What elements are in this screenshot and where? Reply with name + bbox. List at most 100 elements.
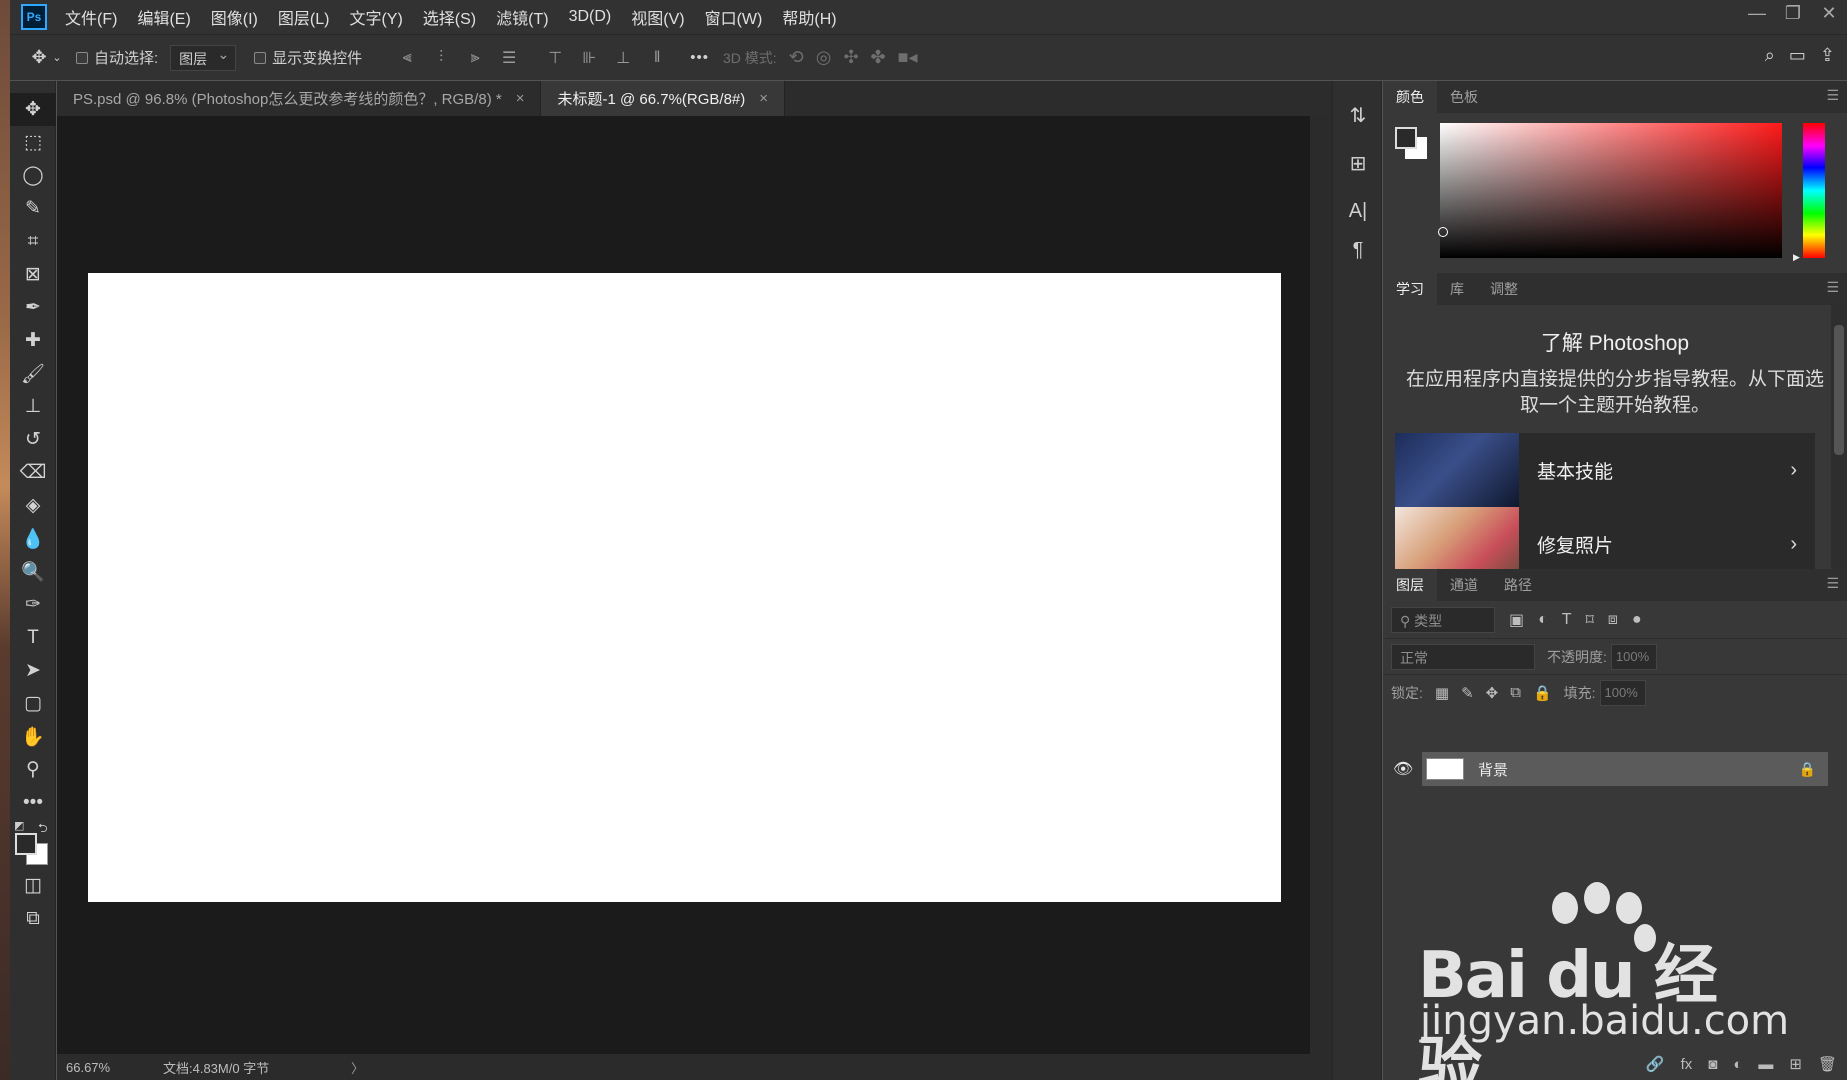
fill-field[interactable]: 100%: [1599, 679, 1646, 706]
eraser-tool-icon[interactable]: ⌫: [10, 456, 56, 489]
layer-kind-filter[interactable]: ⚲ 类型: [1391, 606, 1495, 633]
workspace-icon[interactable]: ▭: [1789, 45, 1806, 66]
delete-layer-icon[interactable]: 🗑: [1818, 1055, 1837, 1073]
foreground-color-swatch[interactable]: [15, 833, 37, 855]
share-icon[interactable]: ⇪: [1820, 45, 1835, 66]
quick-select-tool-icon[interactable]: ✎: [10, 192, 56, 225]
lock-artboard-icon[interactable]: ⧉: [1510, 684, 1521, 701]
history-panel-icon[interactable]: ⇅: [1333, 91, 1383, 139]
brush-tool-icon[interactable]: 🖌: [10, 357, 56, 390]
lock-transparent-pixels-icon[interactable]: ▦: [1435, 684, 1449, 702]
align-right-icon[interactable]: ⫸: [462, 45, 488, 71]
menu-window[interactable]: 窗口(W): [705, 5, 763, 29]
align-vcenter-icon[interactable]: ⊪: [576, 45, 602, 71]
character-panel-icon[interactable]: A|: [1333, 187, 1383, 235]
canvas-scrollbar[interactable]: [1310, 116, 1332, 1054]
screen-mode-icon[interactable]: ⧉: [10, 902, 56, 935]
menu-edit[interactable]: 编辑(E): [137, 5, 190, 29]
default-colors-icon[interactable]: ◩: [14, 819, 24, 832]
3d-video-icon[interactable]: ■◂: [898, 47, 918, 68]
restore-button[interactable]: ❐: [1775, 0, 1811, 26]
pen-tool-icon[interactable]: ✑: [10, 588, 56, 621]
document-tab-ps-psd[interactable]: PS.psd @ 96.8% (Photoshop怎么更改参考线的颜色？, RG…: [57, 81, 542, 116]
show-transform-checkbox[interactable]: [254, 51, 267, 64]
marquee-tool-icon[interactable]: ⬚: [10, 126, 56, 159]
menu-help[interactable]: 帮助(H): [782, 5, 836, 29]
shape-layer-filter-icon[interactable]: ⌑: [1586, 610, 1594, 630]
tab-libraries[interactable]: 库: [1437, 273, 1477, 305]
learn-card-basic-skills[interactable]: 基本技能 ›: [1395, 433, 1815, 507]
tab-adjustments[interactable]: 调整: [1477, 273, 1531, 305]
distribute-vertical-icon[interactable]: ☰: [496, 45, 522, 71]
menu-type[interactable]: 文字(Y): [349, 5, 402, 29]
document-tab-untitled[interactable]: 未标题-1 @ 66.7%(RGB/8#) ×: [541, 81, 786, 116]
type-tool-icon[interactable]: T: [10, 621, 56, 654]
path-select-tool-icon[interactable]: ➤: [10, 654, 56, 687]
pixel-layer-filter-icon[interactable]: ▣: [1509, 610, 1524, 630]
align-top-icon[interactable]: ⊤: [542, 45, 568, 71]
close-tab-icon[interactable]: ×: [516, 90, 525, 107]
blend-mode-dropdown[interactable]: 正常: [1391, 643, 1535, 670]
distribute-horizontal-icon[interactable]: ‖: [644, 45, 670, 71]
hue-slider[interactable]: [1803, 123, 1825, 258]
tab-swatches[interactable]: 色板: [1437, 81, 1491, 113]
auto-select-checkbox[interactable]: [76, 51, 88, 64]
menu-select[interactable]: 选择(S): [423, 5, 476, 29]
move-tool-icon[interactable]: ✥: [10, 93, 56, 126]
panel-menu-icon[interactable]: ☰: [1826, 575, 1839, 592]
edit-toolbar-icon[interactable]: •••: [10, 786, 56, 819]
learn-card-fix-photo[interactable]: 修复照片 ›: [1395, 507, 1815, 569]
new-group-icon[interactable]: ▬: [1758, 1056, 1773, 1073]
lock-image-pixels-icon[interactable]: ✎: [1461, 684, 1474, 702]
lock-all-icon[interactable]: 🔒: [1533, 684, 1552, 702]
learn-scrollbar[interactable]: [1831, 305, 1847, 569]
foreground-color-swatch[interactable]: [1395, 127, 1417, 149]
3d-roll-icon[interactable]: ◎: [816, 47, 832, 68]
paint-bucket-tool-icon[interactable]: ◈: [10, 489, 56, 522]
paragraph-panel-icon[interactable]: ¶: [1333, 235, 1383, 265]
zoom-level[interactable]: 66.67%: [57, 1060, 153, 1075]
hand-tool-icon[interactable]: ✋: [10, 720, 56, 753]
menu-image[interactable]: 图像(I): [211, 5, 258, 29]
panel-menu-icon[interactable]: ☰: [1826, 87, 1839, 104]
menu-layer[interactable]: 图层(L): [278, 5, 330, 29]
layer-visibility-eye-icon[interactable]: 👁: [1393, 759, 1413, 779]
healing-brush-tool-icon[interactable]: ✚: [10, 324, 56, 357]
lasso-tool-icon[interactable]: ◯: [10, 159, 56, 192]
color-picker-cursor[interactable]: [1438, 227, 1448, 237]
scrollbar-thumb[interactable]: [1834, 325, 1844, 455]
clone-stamp-tool-icon[interactable]: ⊥: [10, 390, 56, 423]
tab-learn[interactable]: 学习: [1383, 273, 1437, 305]
search-icon[interactable]: ⌕: [1765, 45, 1775, 66]
move-tool-icon[interactable]: ✥: [28, 47, 50, 68]
3d-slide-icon[interactable]: ✤: [871, 47, 886, 68]
dodge-tool-icon[interactable]: 🔍: [10, 555, 56, 588]
swap-colors-icon[interactable]: ⮌: [38, 819, 48, 840]
hue-slider-pointer-icon[interactable]: ▶: [1793, 252, 1800, 263]
document-canvas[interactable]: [88, 273, 1281, 902]
menu-filter[interactable]: 滤镜(T): [496, 5, 548, 29]
close-button[interactable]: ✕: [1811, 0, 1847, 26]
crop-tool-icon[interactable]: ⌗: [10, 225, 56, 258]
tab-channels[interactable]: 通道: [1437, 569, 1491, 601]
history-brush-tool-icon[interactable]: ↺: [10, 423, 56, 456]
tool-preset-chevron-icon[interactable]: ⌄: [50, 51, 64, 64]
panel-menu-icon[interactable]: ☰: [1826, 279, 1839, 296]
status-menu-arrow-icon[interactable]: 〉: [351, 1058, 364, 1077]
type-layer-filter-icon[interactable]: T: [1562, 611, 1572, 629]
eyedropper-tool-icon[interactable]: ✒: [10, 291, 56, 324]
close-tab-icon[interactable]: ×: [759, 90, 768, 107]
menu-3d[interactable]: 3D(D): [569, 8, 612, 26]
zoom-tool-icon[interactable]: ⚲: [10, 753, 56, 786]
color-spectrum-field[interactable]: [1438, 123, 1782, 258]
more-options-button[interactable]: •••: [690, 49, 709, 66]
3d-orbit-icon[interactable]: ⟲: [789, 47, 804, 68]
3d-pan-icon[interactable]: ✣: [843, 47, 858, 68]
align-left-icon[interactable]: ⫷: [394, 45, 420, 71]
minimize-button[interactable]: —: [1739, 0, 1775, 26]
auto-select-dropdown[interactable]: 图层: [170, 44, 237, 71]
tab-color[interactable]: 颜色: [1383, 81, 1437, 113]
tab-layers[interactable]: 图层: [1383, 569, 1437, 601]
filter-toggle-icon[interactable]: ●: [1632, 611, 1642, 629]
properties-panel-icon[interactable]: ⊞: [1333, 139, 1383, 187]
